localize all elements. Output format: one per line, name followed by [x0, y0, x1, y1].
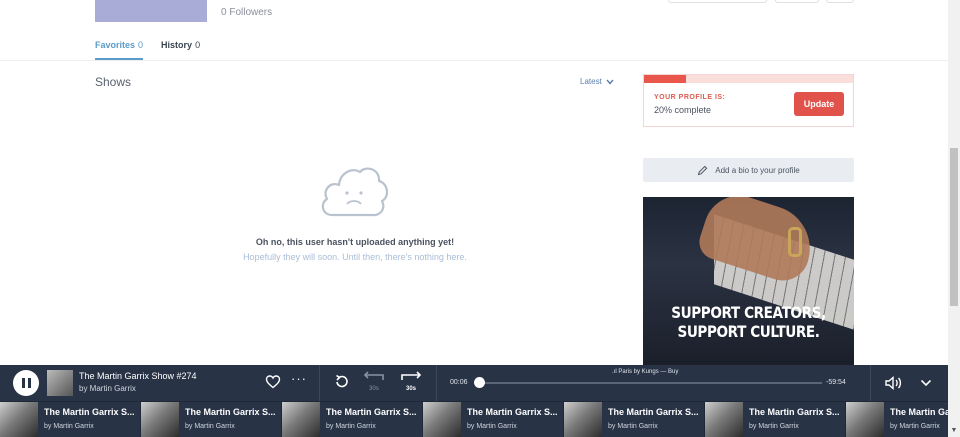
forward-label: 30s — [405, 386, 416, 392]
now-playing-artist[interactable]: by Martin Garrix — [79, 384, 136, 393]
ad-text: SUPPORT CREATORS, SUPPORT CULTURE. — [659, 303, 838, 341]
rewind-label: 30s — [369, 386, 379, 392]
queue-item-artwork — [564, 402, 602, 437]
profile-percent-text: 20% complete — [654, 105, 712, 115]
shows-heading: Shows — [95, 75, 132, 89]
forward-30-button[interactable]: 30s — [399, 370, 423, 392]
forward-icon — [401, 371, 422, 380]
profile-avatar — [95, 0, 207, 22]
player-divider — [319, 365, 320, 401]
track-info-text: Paris by Kungs — Buy — [618, 369, 679, 375]
pause-icon — [21, 378, 25, 388]
queue-item[interactable]: The Martin Garrix S... by Martin Garrix — [0, 402, 141, 437]
tabs-divider — [0, 60, 948, 61]
audio-player: The Martin Garrix Show #274 by Martin Ga… — [0, 365, 948, 401]
rewind-30-button[interactable]: 30s — [362, 370, 386, 392]
progress-track[interactable] — [476, 382, 822, 384]
queue-item-artist: by Martin Garrix — [467, 423, 517, 430]
remaining-time: -59:54 — [826, 379, 846, 386]
page-scrollbar[interactable]: ▼ — [948, 0, 960, 437]
ad-line-1: SUPPORT CREATORS, — [671, 303, 826, 322]
empty-state-subtitle: Hopefully they will soon. Until then, th… — [243, 252, 467, 262]
queue-item[interactable]: The Martin Garrix S... by Martin Garrix — [282, 402, 423, 437]
sort-label: Latest — [580, 77, 602, 86]
now-playing-title[interactable]: The Martin Garrix Show #274 — [79, 371, 197, 381]
profile-tabs: Favorites 0 History 0 — [95, 40, 200, 60]
player-divider — [436, 365, 437, 401]
queue-item-artist: by Martin Garrix — [185, 423, 235, 430]
queue-item[interactable]: The Martin Garrix S... by Martin Garrix — [846, 402, 948, 437]
queue-item[interactable]: The Martin Garrix S... by Martin Garrix — [705, 402, 846, 437]
queue-item-artwork — [705, 402, 743, 437]
queue-item-title: The Martin Garrix S... — [44, 407, 135, 417]
player-divider — [870, 365, 871, 401]
queue-item[interactable]: The Martin Garrix S... by Martin Garrix — [423, 402, 564, 437]
profile-action-button-2[interactable] — [775, 0, 819, 3]
queue-item-title: The Martin Garrix S... — [608, 407, 699, 417]
pencil-icon — [698, 165, 708, 175]
add-bio-label: Add a bio to your profile — [715, 165, 800, 175]
profile-status-label: YOUR PROFILE IS: — [654, 94, 726, 101]
volume-icon[interactable] — [884, 375, 902, 391]
tab-count: 0 — [138, 40, 144, 50]
advertisement-banner[interactable]: SUPPORT CREATORS, SUPPORT CULTURE. — [643, 197, 854, 365]
queue-item-artist: by Martin Garrix — [749, 423, 799, 430]
followers-count[interactable]: 0 Followers — [221, 7, 272, 18]
add-bio-button[interactable]: Add a bio to your profile — [643, 158, 854, 182]
queue-item-artwork — [0, 402, 38, 437]
queue-item[interactable]: The Martin Garrix S... by Martin Garrix — [141, 402, 282, 437]
sad-cloud-icon — [321, 167, 389, 217]
queue-item-artwork — [141, 402, 179, 437]
queue-item-artwork — [846, 402, 884, 437]
queue-strip: The Martin Garrix S... by Martin Garrix Th… — [0, 401, 948, 437]
queue-item-artwork — [282, 402, 320, 437]
chevron-down-icon[interactable] — [920, 378, 932, 388]
profile-progress-bar — [644, 75, 686, 83]
now-playing-track-info[interactable]: .ıl Paris by Kungs — Buy — [612, 369, 678, 375]
pause-icon-bar — [27, 378, 31, 388]
queue-item-artist: by Martin Garrix — [44, 423, 94, 430]
heart-icon[interactable] — [265, 374, 281, 390]
chevron-down-icon — [606, 79, 614, 85]
queue-item-title: The Martin Garrix S... — [326, 407, 417, 417]
tab-label: History — [161, 40, 193, 50]
scroll-down-arrow-icon[interactable]: ▼ — [950, 427, 958, 435]
tab-favorites[interactable]: Favorites 0 — [95, 40, 144, 60]
queue-item-artist: by Martin Garrix — [890, 423, 940, 430]
progress-knob[interactable] — [473, 377, 485, 388]
scrollbar-thumb[interactable] — [950, 148, 958, 306]
rewind-icon — [363, 371, 384, 380]
more-options-icon[interactable]: ··· — [291, 371, 307, 386]
profile-page: 0 Followers Favorites 0 History 0 Shows La… — [0, 0, 960, 437]
update-button[interactable]: Update — [794, 92, 844, 116]
ad-ring-image — [788, 227, 802, 257]
tab-history[interactable]: History 0 — [161, 40, 200, 60]
tab-count: 0 — [195, 40, 201, 50]
queue-item[interactable]: The Martin Garrix S... by Martin Garrix — [564, 402, 705, 437]
profile-action-button[interactable] — [668, 0, 767, 3]
queue-item-title: The Martin Garrix S... — [890, 407, 948, 417]
restart-icon[interactable] — [333, 373, 351, 391]
queue-item-title: The Martin Garrix S... — [467, 407, 558, 417]
ad-line-2: SUPPORT CULTURE. — [677, 322, 820, 341]
queue-item-title: The Martin Garrix S... — [185, 407, 276, 417]
empty-state-title: Oh no, this user hasn't uploaded anythin… — [255, 237, 455, 247]
queue-item-artist: by Martin Garrix — [608, 423, 658, 430]
now-playing-artwork[interactable] — [47, 370, 73, 396]
pause-button[interactable] — [13, 370, 39, 396]
queue-item-title: The Martin Garrix S... — [749, 407, 840, 417]
sort-dropdown[interactable]: Latest — [580, 77, 614, 86]
elapsed-time: 00:06 — [450, 379, 468, 386]
tab-label: Favorites — [95, 40, 136, 50]
queue-item-artwork — [423, 402, 461, 437]
profile-more-button[interactable] — [826, 0, 854, 3]
profile-completion-card: YOUR PROFILE IS: 20% complete Update — [643, 74, 854, 127]
queue-item-artist: by Martin Garrix — [326, 423, 376, 430]
